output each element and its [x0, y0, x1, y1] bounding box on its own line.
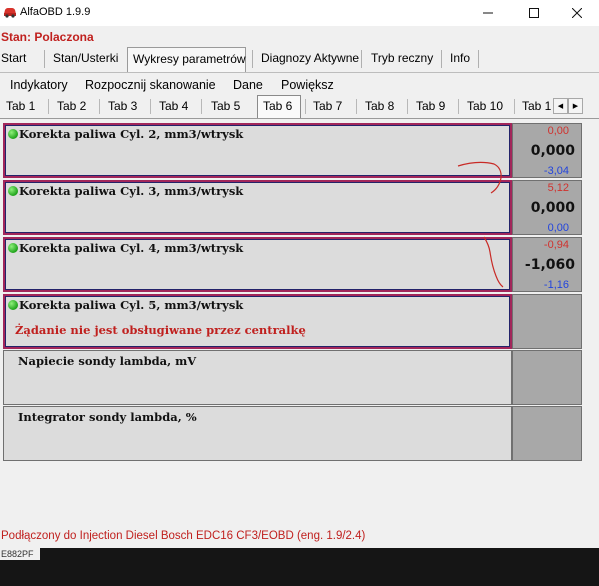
tab-info[interactable]: Info	[450, 46, 470, 72]
parameter-min: -3,04	[543, 165, 569, 177]
main-tab-bar: Start Stan/Usterki Wykresy parametrów Di…	[0, 46, 599, 72]
tab-3[interactable]: Tab 3	[108, 96, 137, 117]
parameter-name: Integrator sondy lambda, %	[18, 410, 197, 424]
tab-start[interactable]: Start	[1, 46, 26, 72]
background-label: E882PF	[0, 548, 40, 560]
menu-dane[interactable]: Dane	[233, 78, 263, 92]
tab-separator	[99, 99, 100, 114]
parameter-name: Korekta paliwa Cyl. 5, mm3/wtrysk	[19, 298, 244, 312]
parameter-value-box: 5,12 0,000 0,00	[512, 180, 582, 235]
title-bar: AlfaOBD 1.9.9	[0, 0, 599, 26]
parameter-value-box	[512, 350, 582, 405]
menu-powieksz[interactable]: Powiększ	[281, 78, 334, 92]
tab-6[interactable]: Tab 6	[257, 95, 301, 118]
connection-info: Podłączony do Injection Diesel Bosch EDC…	[1, 530, 366, 542]
parameter-value-box	[512, 406, 582, 461]
sub-tab-bar: Tab 1 Tab 2 Tab 3 Tab 4 Tab 5 Tab 6 Tab …	[0, 95, 599, 118]
tab-separator	[478, 50, 479, 68]
parameter-max: 0,00	[547, 125, 569, 137]
tab-separator	[201, 99, 202, 114]
unsupported-request-message: Żądanie nie jest obsługiwane przez centr…	[15, 323, 306, 337]
tab-separator	[441, 50, 442, 68]
status-indicator-icon	[8, 129, 18, 139]
app-window: AlfaOBD 1.9.9 Stan: Polaczona Start Stan…	[0, 0, 599, 548]
window-title: AlfaOBD 1.9.9	[20, 6, 91, 18]
tab-7[interactable]: Tab 7	[313, 96, 342, 117]
tab-separator	[44, 50, 45, 68]
sub-tab-divider	[0, 118, 599, 119]
tab-bar-divider	[0, 72, 599, 73]
tab-separator	[407, 99, 408, 114]
tab-separator	[514, 99, 515, 114]
tab-separator	[48, 99, 49, 114]
tab-separator	[305, 99, 306, 114]
tab-wykresy-parametrow[interactable]: Wykresy parametrów	[127, 47, 246, 72]
tab-scroll-left-button[interactable]: ◀	[553, 98, 568, 114]
parameter-name: Korekta paliwa Cyl. 4, mm3/wtrysk	[19, 241, 244, 255]
parameter-max: 5,12	[547, 182, 569, 194]
background-desktop: E882PF	[0, 548, 599, 586]
tab-stan-usterki[interactable]: Stan/Usterki	[53, 46, 118, 72]
tab-8[interactable]: Tab 8	[365, 96, 394, 117]
close-button[interactable]	[555, 0, 599, 26]
tab-separator	[356, 99, 357, 114]
minimize-button[interactable]	[466, 0, 510, 26]
close-icon	[572, 8, 582, 18]
tab-separator	[458, 99, 459, 114]
parameter-min: 0,00	[547, 222, 569, 234]
minimize-icon	[483, 12, 493, 14]
parameter-value: -1,060	[524, 257, 575, 273]
parameter-max: -0,94	[543, 239, 569, 251]
parameter-value-box: -0,94 -1,060 -1,16	[512, 237, 582, 292]
menu-rozpocznij-skanowanie[interactable]: Rozpocznij skanowanie	[85, 78, 216, 92]
parameter-value-box	[512, 294, 582, 349]
status-indicator-icon	[8, 243, 18, 253]
parameter-name: Korekta paliwa Cyl. 2, mm3/wtrysk	[19, 127, 244, 141]
maximize-button[interactable]	[512, 0, 556, 26]
tab-scroll-right-button[interactable]: ▶	[568, 98, 583, 114]
tab-1[interactable]: Tab 1	[6, 96, 35, 117]
connection-status: Stan: Polaczona	[1, 30, 94, 44]
parameter-panel[interactable]: Korekta paliwa Cyl. 5, mm3/wtrysk Żądani…	[3, 294, 512, 349]
parameter-value: 0,000	[530, 200, 575, 216]
tab-tryb-reczny[interactable]: Tryb reczny	[371, 46, 433, 72]
tab-9[interactable]: Tab 9	[416, 96, 445, 117]
parameter-panel[interactable]: Korekta paliwa Cyl. 3, mm3/wtrysk	[3, 180, 512, 235]
tab-separator	[252, 50, 253, 68]
tab-separator	[150, 99, 151, 114]
status-indicator-icon	[8, 186, 18, 196]
tab-10[interactable]: Tab 10	[467, 96, 503, 117]
parameter-name: Korekta paliwa Cyl. 3, mm3/wtrysk	[19, 184, 244, 198]
tab-2[interactable]: Tab 2	[57, 96, 86, 117]
parameter-panel[interactable]: Korekta paliwa Cyl. 2, mm3/wtrysk	[3, 123, 512, 178]
tab-4[interactable]: Tab 4	[159, 96, 188, 117]
maximize-icon	[529, 8, 539, 18]
tab-11-partial[interactable]: Tab 1	[522, 96, 552, 117]
car-icon	[4, 8, 16, 18]
tab-5[interactable]: Tab 5	[211, 96, 240, 117]
parameter-panel[interactable]: Napiecie sondy lambda, mV	[3, 350, 512, 405]
menu-indykatory[interactable]: Indykatory	[10, 78, 68, 92]
tab-diagnozy-aktywne[interactable]: Diagnozy Aktywne	[261, 46, 359, 72]
status-indicator-icon	[8, 300, 18, 310]
parameter-panel[interactable]: Korekta paliwa Cyl. 4, mm3/wtrysk	[3, 237, 512, 292]
parameter-name: Napiecie sondy lambda, mV	[18, 354, 197, 368]
parameter-min: -1,16	[543, 279, 569, 291]
parameter-value-box: 0,00 0,000 -3,04	[512, 123, 582, 178]
parameter-value: 0,000	[530, 143, 575, 159]
tab-separator	[361, 50, 362, 68]
parameter-panel[interactable]: Integrator sondy lambda, %	[3, 406, 512, 461]
